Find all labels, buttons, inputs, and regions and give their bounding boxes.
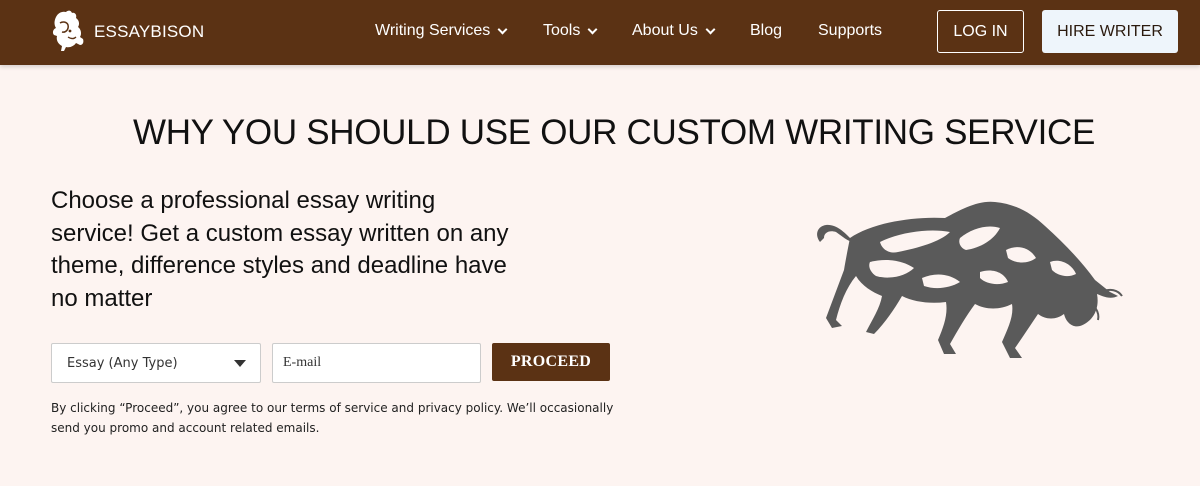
chevron-down-icon — [587, 24, 598, 34]
caret-down-icon — [234, 360, 246, 367]
nav-supports[interactable]: Supports — [818, 22, 882, 40]
page-title: WHY YOU SHOULD USE OUR CUSTOM WRITING SE… — [132, 113, 1096, 152]
bison-logo-icon — [52, 10, 84, 51]
proceed-button[interactable]: PROCEED — [492, 343, 610, 381]
bison-illustration — [817, 201, 1123, 358]
chevron-down-icon — [497, 24, 508, 34]
nav-tools[interactable]: Tools — [543, 22, 598, 40]
chevron-down-icon — [705, 24, 716, 34]
nav-label: Blog — [750, 22, 783, 39]
login-button[interactable]: LOG IN — [937, 10, 1024, 53]
nav-writing-services[interactable]: Writing Services — [375, 22, 508, 40]
lead-text: Choose a professional essay writing serv… — [51, 187, 509, 312]
nav-label: About Us — [632, 22, 698, 39]
site-header: ESSAYBISON Writing Services Tools About … — [0, 0, 1200, 65]
nav-about-us[interactable]: About Us — [632, 22, 716, 40]
paper-type-select[interactable]: Essay (Any Type) — [51, 343, 261, 383]
hire-writer-button[interactable]: HIRE WRITER — [1042, 10, 1178, 53]
nav-blog[interactable]: Blog — [750, 22, 782, 40]
disclaimer-text: By clicking “Proceed”, you agree to our … — [51, 401, 614, 435]
logo-text: ESSAYBISON — [94, 22, 205, 41]
nav-label: Tools — [543, 22, 581, 39]
paper-type-value: Essay (Any Type) — [67, 355, 178, 371]
nav-label: Supports — [818, 22, 883, 39]
email-field[interactable] — [272, 343, 481, 383]
nav-label: Writing Services — [375, 22, 491, 39]
logo[interactable]: ESSAYBISON — [50, 9, 204, 55]
